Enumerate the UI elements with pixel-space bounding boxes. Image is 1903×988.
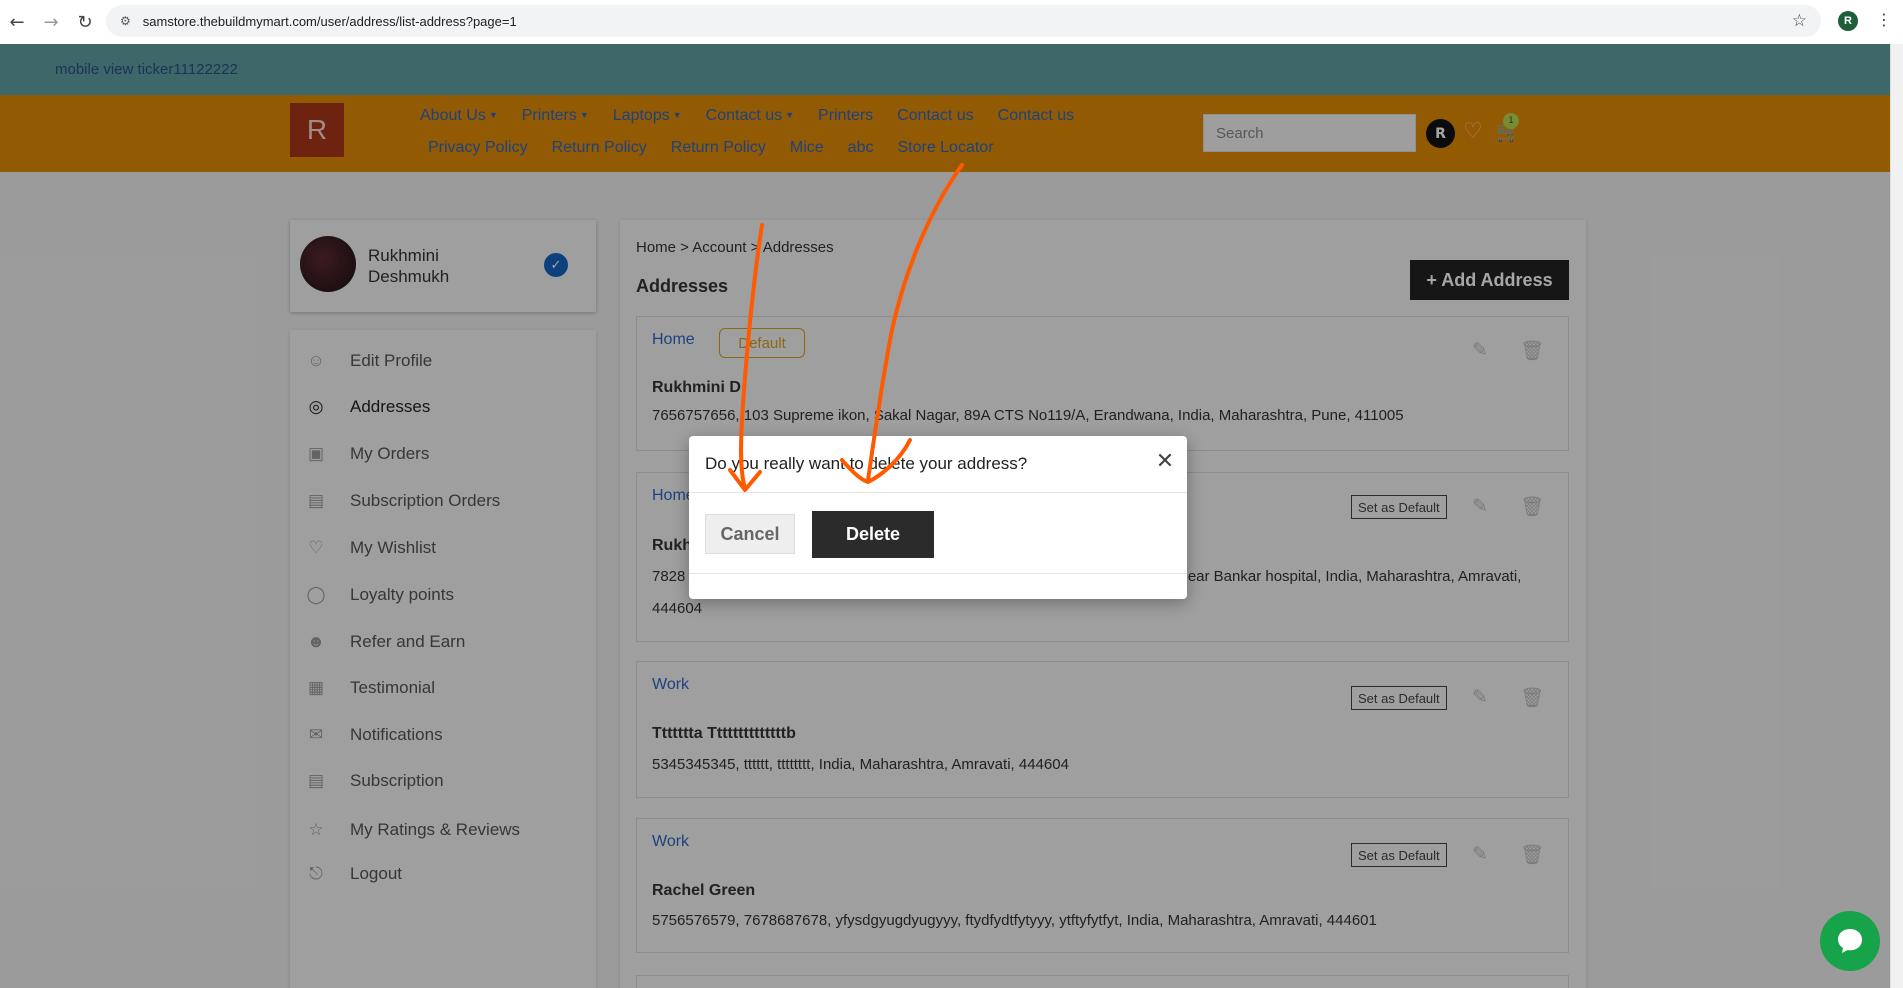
- divider: [689, 492, 1187, 493]
- bookmark-star-icon[interactable]: ☆: [1792, 11, 1807, 31]
- divider: [689, 573, 1187, 574]
- url-text: samstore.thebuildmymart.com/user/address…: [142, 13, 517, 29]
- dialog-title: Do you really want to delete your addres…: [705, 454, 1028, 473]
- scrollbar[interactable]: [1890, 44, 1903, 988]
- chat-widget-button[interactable]: [1820, 911, 1880, 971]
- close-icon[interactable]: ✕: [1152, 448, 1178, 474]
- chat-bubble-icon: [1838, 929, 1862, 953]
- forward-arrow-icon[interactable]: →: [34, 5, 68, 39]
- browser-profile-avatar[interactable]: R: [1838, 11, 1858, 31]
- address-bar[interactable]: ⚙ samstore.thebuildmymart.com/user/addre…: [106, 5, 1821, 37]
- browser-toolbar: ← → ↻ ⚙ samstore.thebuildmymart.com/user…: [0, 0, 1903, 44]
- back-arrow-icon[interactable]: ←: [0, 5, 34, 39]
- kebab-menu-icon[interactable]: ⋮: [1876, 10, 1892, 29]
- delete-confirm-dialog: Do you really want to delete your addres…: [689, 436, 1187, 599]
- cancel-button[interactable]: Cancel: [705, 514, 795, 554]
- delete-button[interactable]: Delete: [812, 511, 934, 558]
- reload-icon[interactable]: ↻: [68, 5, 102, 39]
- site-settings-icon[interactable]: ⚙: [120, 14, 131, 28]
